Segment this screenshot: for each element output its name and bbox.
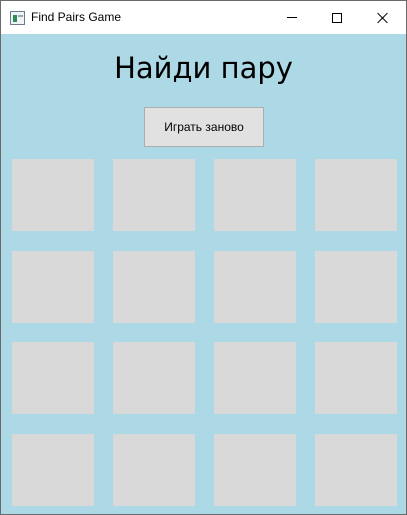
card-tile[interactable] (12, 159, 94, 231)
minimize-button[interactable] (269, 1, 315, 34)
close-icon (377, 12, 389, 24)
card-tile[interactable] (315, 434, 397, 506)
app-window-icon (10, 11, 25, 25)
maximize-button[interactable] (314, 1, 360, 34)
card-tile[interactable] (315, 159, 397, 231)
card-tile[interactable] (113, 251, 195, 323)
card-tile[interactable] (113, 342, 195, 414)
card-tile[interactable] (12, 342, 94, 414)
game-window: Find Pairs Game Найди пару Играть заново (0, 0, 407, 515)
minimize-icon (287, 17, 297, 18)
card-tile[interactable] (214, 342, 296, 414)
card-tile[interactable] (214, 159, 296, 231)
card-tile[interactable] (214, 251, 296, 323)
close-button[interactable] (360, 1, 406, 34)
card-tile[interactable] (214, 434, 296, 506)
window-title: Find Pairs Game (31, 10, 122, 24)
card-grid (12, 159, 397, 506)
card-tile[interactable] (12, 251, 94, 323)
card-tile[interactable] (113, 434, 195, 506)
page-title: Найди пару (114, 51, 293, 85)
restart-button[interactable]: Играть заново (144, 107, 264, 147)
maximize-icon (332, 12, 342, 23)
card-tile[interactable] (12, 434, 94, 506)
card-tile[interactable] (315, 342, 397, 414)
card-tile[interactable] (113, 159, 195, 231)
title-bar[interactable]: Find Pairs Game (1, 1, 406, 34)
card-tile[interactable] (315, 251, 397, 323)
